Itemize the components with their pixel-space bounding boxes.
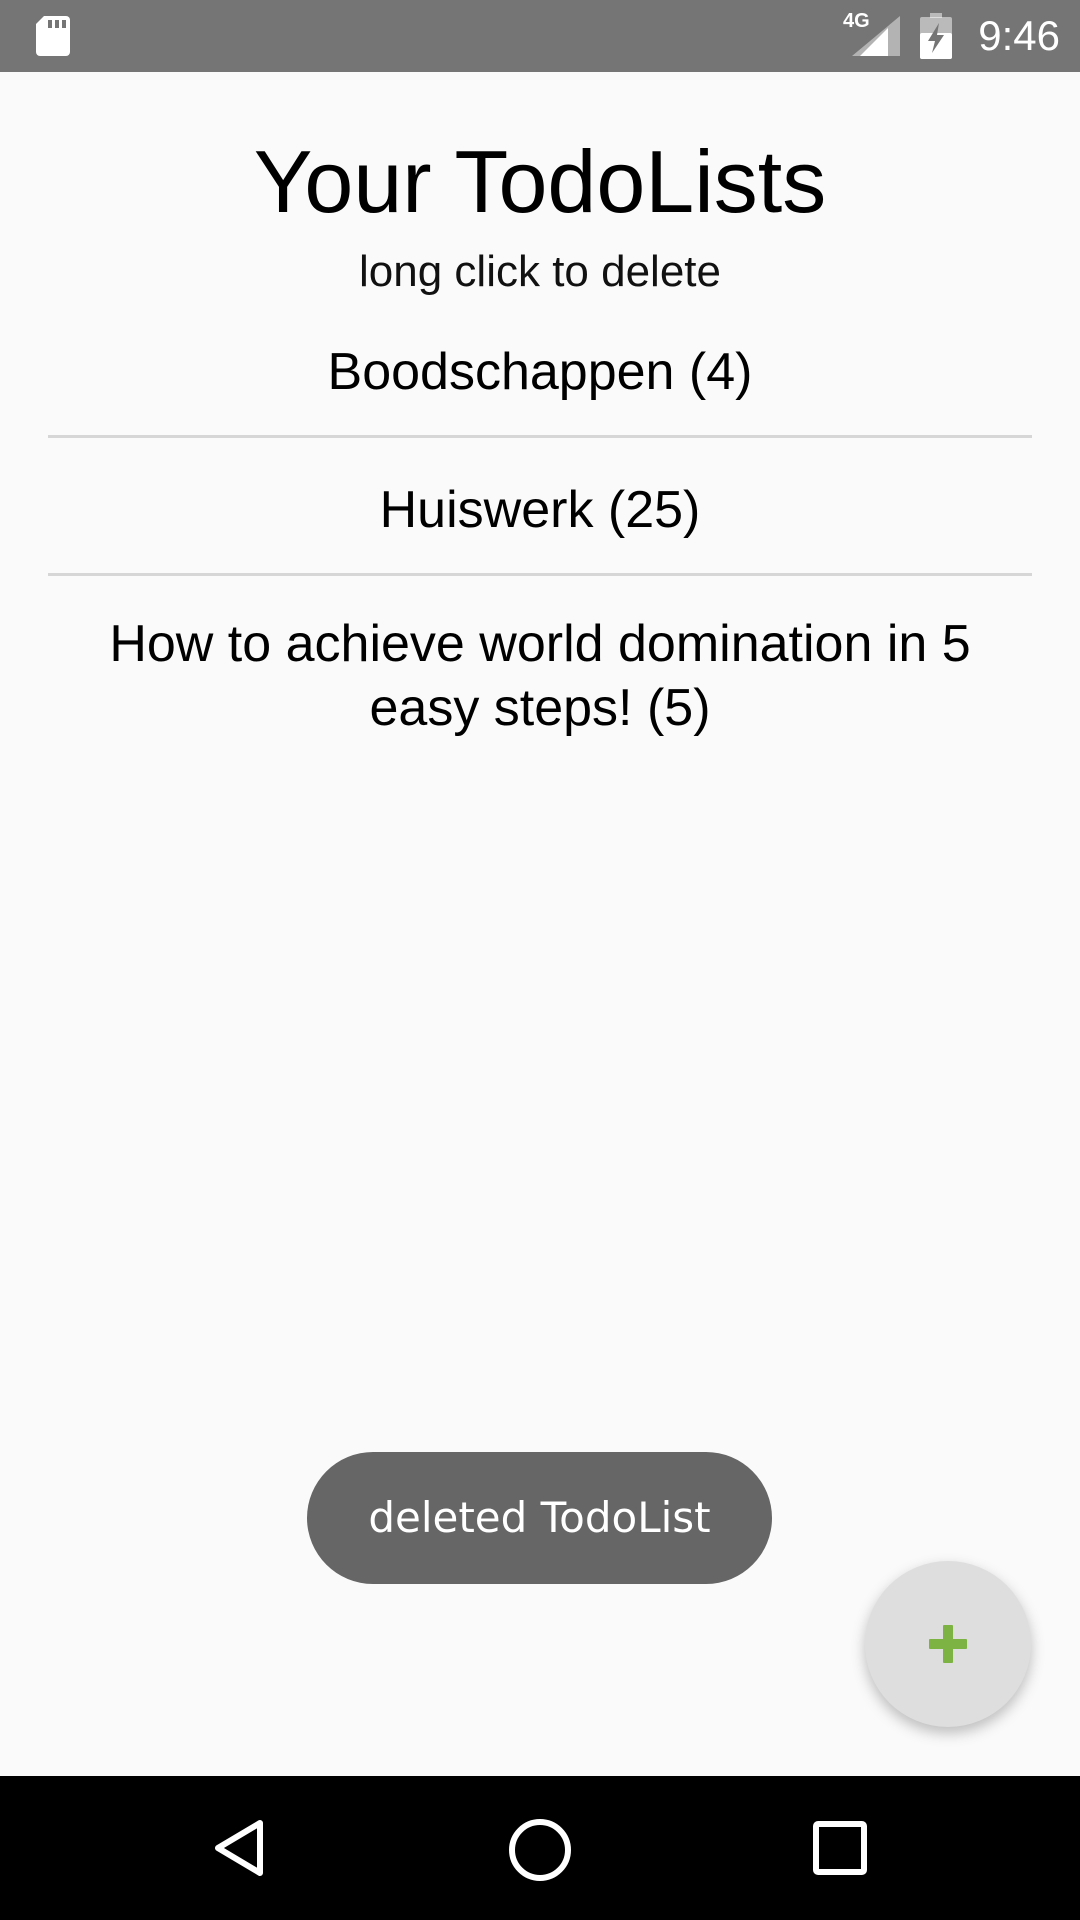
list-item[interactable]: Huiswerk (25) [48,438,1032,573]
recents-icon[interactable] [812,1820,868,1881]
home-icon[interactable] [506,1816,574,1889]
toast-message: deleted TodoList [307,1452,772,1584]
signal-icon [852,16,900,61]
todo-lists: Boodschappen (4) Huiswerk (25) How to ac… [48,330,1032,740]
status-bar: 4G 9:46 [0,0,1080,72]
page-subtitle: long click to delete [359,247,721,296]
sd-card-icon [36,16,70,61]
battery-charging-icon [920,13,952,64]
back-icon[interactable] [210,1818,270,1883]
list-item[interactable]: Boodschappen (4) [48,330,1032,435]
add-todolist-button[interactable] [865,1561,1031,1727]
status-time: 9:46 [978,12,1060,59]
list-item[interactable]: How to achieve world domination in 5 eas… [48,576,1032,740]
plus-icon [927,1623,969,1670]
navigation-bar [0,1776,1080,1920]
page-title: Your TodoLists [253,132,827,231]
